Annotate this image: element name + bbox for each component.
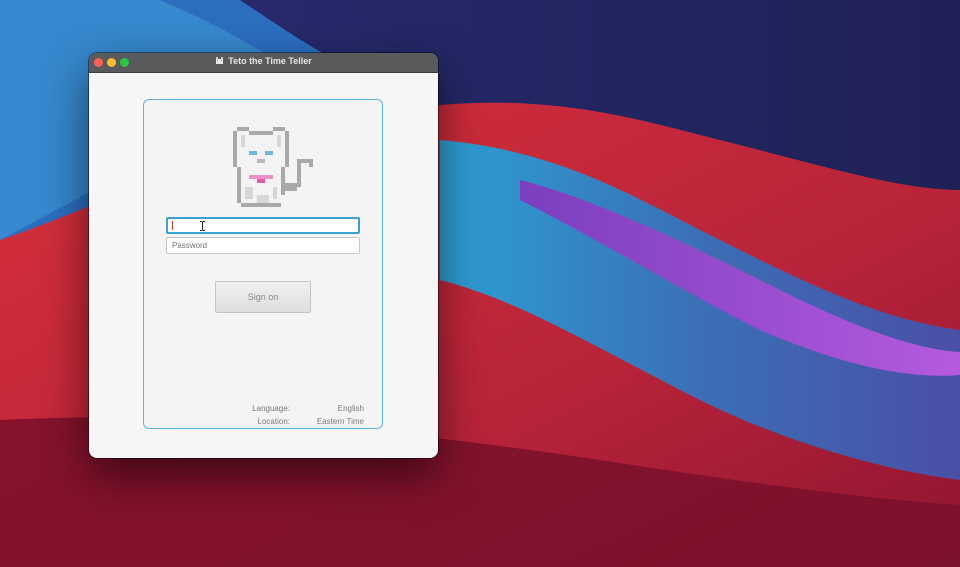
text-caret [172,221,173,230]
app-window: Teto the Time Teller Sign on Language: E… [89,53,438,458]
teto-cat-logo [233,127,313,207]
window-title: Teto the Time Teller [89,56,438,66]
username-input[interactable] [166,217,360,234]
location-row: Location: Eastern Time [144,417,382,427]
sign-on-button[interactable]: Sign on [215,281,311,313]
ibeam-cursor-icon [200,221,205,231]
login-panel: Sign on Language: English Location: East… [143,99,383,429]
language-value: English [337,404,364,413]
language-label: Language: [252,404,290,413]
cat-icon [216,57,224,64]
location-label: Location: [257,417,290,426]
location-value: Eastern Time [316,417,364,426]
title-bar[interactable]: Teto the Time Teller [89,53,438,73]
password-input[interactable] [166,237,360,254]
language-row: Language: English [144,404,382,414]
window-title-text: Teto the Time Teller [228,56,312,66]
